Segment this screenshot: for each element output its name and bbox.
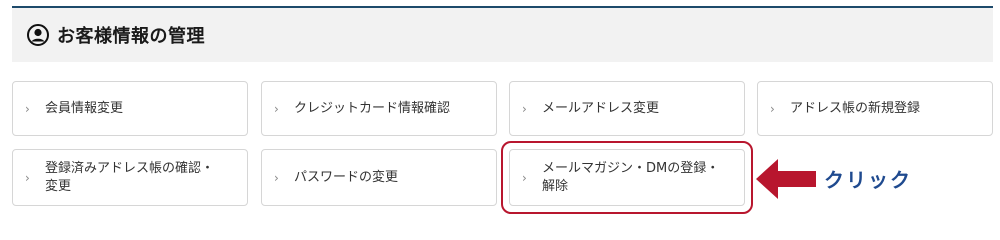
chevron-right-icon: › xyxy=(522,101,527,116)
chevron-right-icon: › xyxy=(25,170,30,185)
menu-item-password-change[interactable]: › パスワードの変更 xyxy=(261,149,497,206)
user-circle-icon xyxy=(27,24,49,46)
chevron-right-icon: › xyxy=(274,101,279,116)
menu-item-label: 会員情報変更 xyxy=(45,100,124,116)
chevron-right-icon: › xyxy=(274,170,279,185)
menu-item-label: 登録済みアドレス帳の確認・ 変更 xyxy=(45,160,215,194)
menu-item-label: クレジットカード情報確認 xyxy=(294,100,451,116)
menu-item-address-book-new[interactable]: › アドレス帳の新規登録 xyxy=(757,81,993,136)
chevron-right-icon: › xyxy=(770,101,775,116)
highlight-box xyxy=(501,141,753,214)
arrow-left-icon xyxy=(756,159,816,199)
chevron-right-icon: › xyxy=(25,101,30,116)
section-header: お客様情報の管理 xyxy=(12,6,993,62)
menu-item-label: アドレス帳の新規登録 xyxy=(790,100,921,116)
menu-item-email-change[interactable]: › メールアドレス変更 xyxy=(509,81,745,136)
menu-item-label: メールアドレス変更 xyxy=(542,100,660,116)
menu-item-member-info-change[interactable]: › 会員情報変更 xyxy=(12,81,248,136)
section-title: お客様情報の管理 xyxy=(57,26,205,47)
click-annotation-label: クリック xyxy=(824,168,912,192)
menu-item-credit-card-info[interactable]: › クレジットカード情報確認 xyxy=(261,81,497,136)
menu-item-address-book-edit[interactable]: › 登録済みアドレス帳の確認・ 変更 xyxy=(12,149,248,206)
menu-item-label: パスワードの変更 xyxy=(294,169,399,185)
